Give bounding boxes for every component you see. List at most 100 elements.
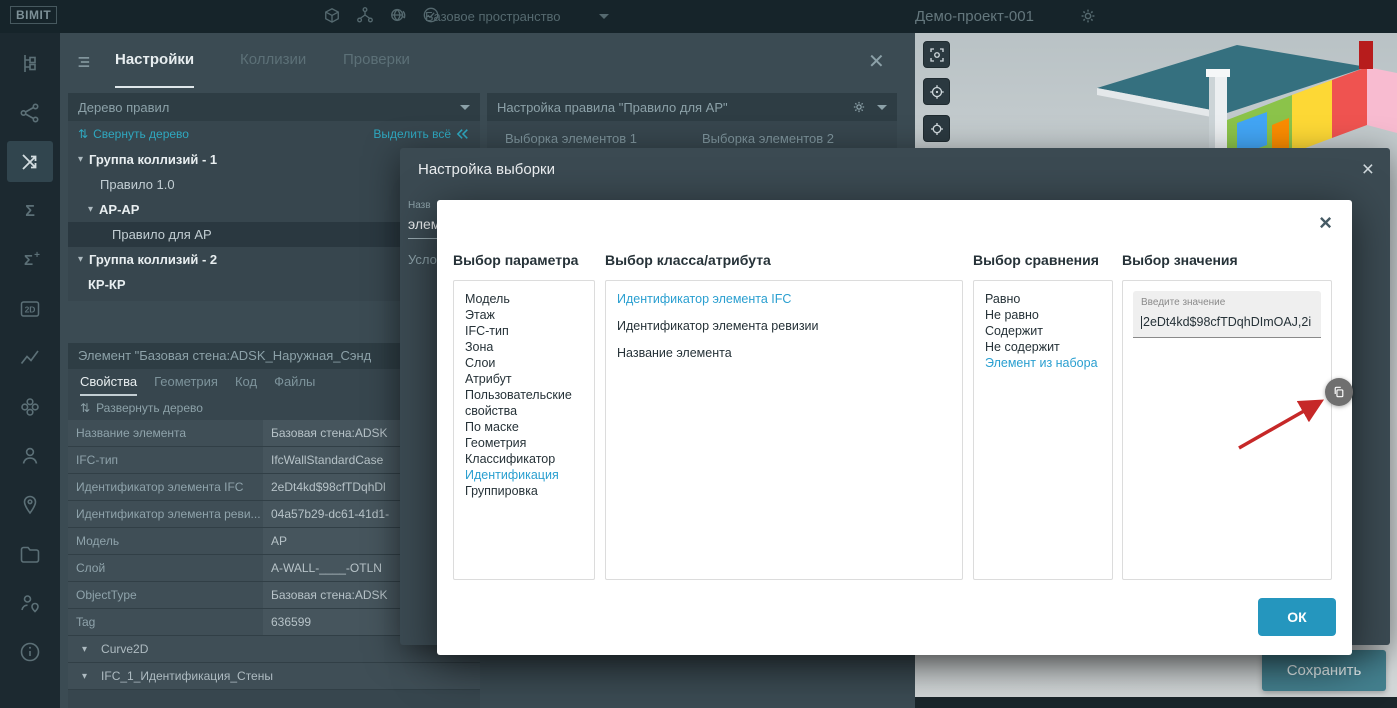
parameter-list: Модель Этаж IFC-тип Зона Слои Атрибут По… [453, 280, 595, 580]
sidebar-item-share[interactable] [7, 92, 53, 133]
modal-title: Настройка выборки [418, 161, 555, 178]
property-name: Слой [68, 555, 263, 581]
list-item[interactable]: IFC-тип [465, 323, 583, 339]
collapse-tree-icon: ⇅ [78, 127, 88, 141]
tab-geometry[interactable]: Геометрия [154, 369, 218, 396]
package-icon[interactable] [322, 5, 342, 25]
rule-tree-title: Дерево правил [78, 100, 169, 115]
sidebar-item-sum-add[interactable]: Σ+ [7, 239, 53, 280]
sidebar-item-chart[interactable] [7, 337, 53, 378]
fit-view-button[interactable] [923, 115, 950, 142]
property-name: Идентификатор элемента IFC [68, 474, 263, 500]
property-name: IFC-тип [68, 447, 263, 473]
target-button[interactable] [923, 78, 950, 105]
list-item[interactable]: Идентификатор элемента ревизии [617, 318, 951, 335]
close-panel-button[interactable]: ✕ [868, 49, 885, 74]
svg-text:Σ: Σ [25, 203, 35, 220]
app-logo: BIMIT [10, 6, 57, 24]
list-item[interactable]: Не содержит [985, 339, 1101, 355]
org-chart-icon[interactable] [355, 5, 375, 25]
chevron-down-icon [78, 254, 83, 265]
copy-button[interactable] [1325, 378, 1353, 406]
property-name: Название элемента [68, 420, 263, 446]
gear-icon[interactable] [851, 99, 867, 115]
close-icon[interactable]: × [1319, 210, 1332, 236]
space-selector[interactable]: Базовое пространство [425, 0, 609, 33]
gear-icon[interactable] [1078, 6, 1098, 31]
save-button[interactable]: Сохранить [1262, 650, 1386, 691]
list-item[interactable]: Равно [985, 291, 1101, 307]
project-title: Демо-проект-001 [915, 0, 1034, 33]
list-item[interactable]: По маске [465, 419, 583, 435]
sidebar-item-sum[interactable]: Σ [7, 190, 53, 231]
value-input-text: 2eDt4kd$98cfTDqhDImOAJ,2i [1143, 315, 1311, 329]
sidebar-item-collisions[interactable] [7, 141, 53, 182]
focus-selection-button[interactable] [923, 41, 950, 68]
expand-tree-icon: ⇅ [80, 401, 90, 415]
value-input-label: Введите значение [1141, 297, 1313, 308]
chevron-down-icon[interactable] [877, 105, 887, 110]
sidebar: Σ Σ+ 2D [0, 33, 60, 708]
ok-button[interactable]: ОК [1258, 598, 1336, 636]
value-input[interactable]: Введите значение 2eDt4kd$98cfTDqhDImOAJ,… [1133, 291, 1321, 338]
list-item[interactable]: Группировка [465, 483, 583, 499]
tab-code[interactable]: Код [235, 369, 257, 396]
collapse-tree-link[interactable]: ⇅Свернуть дерево [78, 127, 189, 141]
list-item[interactable]: Слои [465, 355, 583, 371]
globe-sync-icon[interactable] [388, 5, 408, 25]
sidebar-item-2d-view[interactable]: 2D [7, 288, 53, 329]
list-item[interactable]: Геометрия [465, 435, 583, 451]
chevron-down-icon[interactable] [460, 105, 470, 110]
property-name: Tag [68, 609, 263, 635]
svg-text:2D: 2D [25, 304, 36, 314]
app-screen: BIMIT Базовое пространство Демо-проект-0… [0, 0, 1397, 708]
sidebar-item-folder[interactable] [7, 533, 53, 574]
tab-properties[interactable]: Свойства [80, 369, 137, 396]
svg-text:Σ: Σ [24, 252, 33, 269]
property-name: ObjectType [68, 582, 263, 608]
selection-tab-1[interactable]: Выборка элементов 1 [505, 131, 637, 146]
text-cursor [1141, 316, 1142, 329]
column-header-parameter: Выбор параметра [453, 252, 578, 268]
rule-settings-title: Настройка правила "Правило для АР" [497, 100, 728, 115]
select-all-link[interactable]: Выделить всё [373, 127, 470, 141]
sidebar-item-model-tree[interactable] [7, 43, 53, 84]
tab-collisions[interactable]: Коллизии [240, 33, 306, 88]
chevron-down-icon [78, 154, 83, 165]
list-item-selected[interactable]: Элемент из набора [985, 355, 1101, 371]
selection-tab-2[interactable]: Выборка элементов 2 [702, 131, 834, 146]
property-name: Модель [68, 528, 263, 554]
list-item[interactable]: Пользовательские свойства [465, 387, 583, 419]
sidebar-item-user-location[interactable] [7, 582, 53, 623]
tab-checks[interactable]: Проверки [343, 33, 410, 88]
close-icon[interactable]: × [1362, 158, 1374, 182]
list-item-selected[interactable]: Идентификация [465, 467, 583, 483]
chevron-down-icon [82, 644, 87, 655]
sidebar-item-info[interactable] [7, 631, 53, 672]
tab-files[interactable]: Файлы [274, 369, 315, 396]
sidebar-item-user[interactable] [7, 435, 53, 476]
list-item[interactable]: Этаж [465, 307, 583, 323]
list-item[interactable]: Классификатор [465, 451, 583, 467]
list-item-selected[interactable]: Идентификатор элемента IFC [617, 291, 951, 308]
sidebar-item-location[interactable] [7, 484, 53, 525]
list-item[interactable]: Зона [465, 339, 583, 355]
list-item[interactable]: Содержит [985, 323, 1101, 339]
space-selector-label: Базовое пространство [425, 9, 561, 24]
list-item[interactable]: Не равно [985, 307, 1101, 323]
column-header-value: Выбор значения [1122, 252, 1238, 268]
column-header-comparison: Выбор сравнения [973, 252, 1099, 268]
viewport-controls [923, 41, 950, 142]
topbar-toolbar [322, 5, 441, 25]
sidebar-item-plugin[interactable] [7, 386, 53, 427]
rule-tree-panel-header: Дерево правил [68, 93, 480, 121]
list-item[interactable]: Название элемента [617, 345, 951, 362]
tab-settings[interactable]: Настройки [115, 33, 194, 88]
viewport-bottom-bar [915, 697, 1397, 708]
property-group-ifc-identification[interactable]: IFC_1_Идентификация_Стены [68, 663, 480, 690]
list-item[interactable]: Атрибут [465, 371, 583, 387]
menu-icon[interactable] [76, 53, 94, 76]
property-name: Идентификатор элемента реви... [68, 501, 263, 527]
list-item[interactable]: Модель [465, 291, 583, 307]
comparison-list: Равно Не равно Содержит Не содержит Элем… [973, 280, 1113, 580]
